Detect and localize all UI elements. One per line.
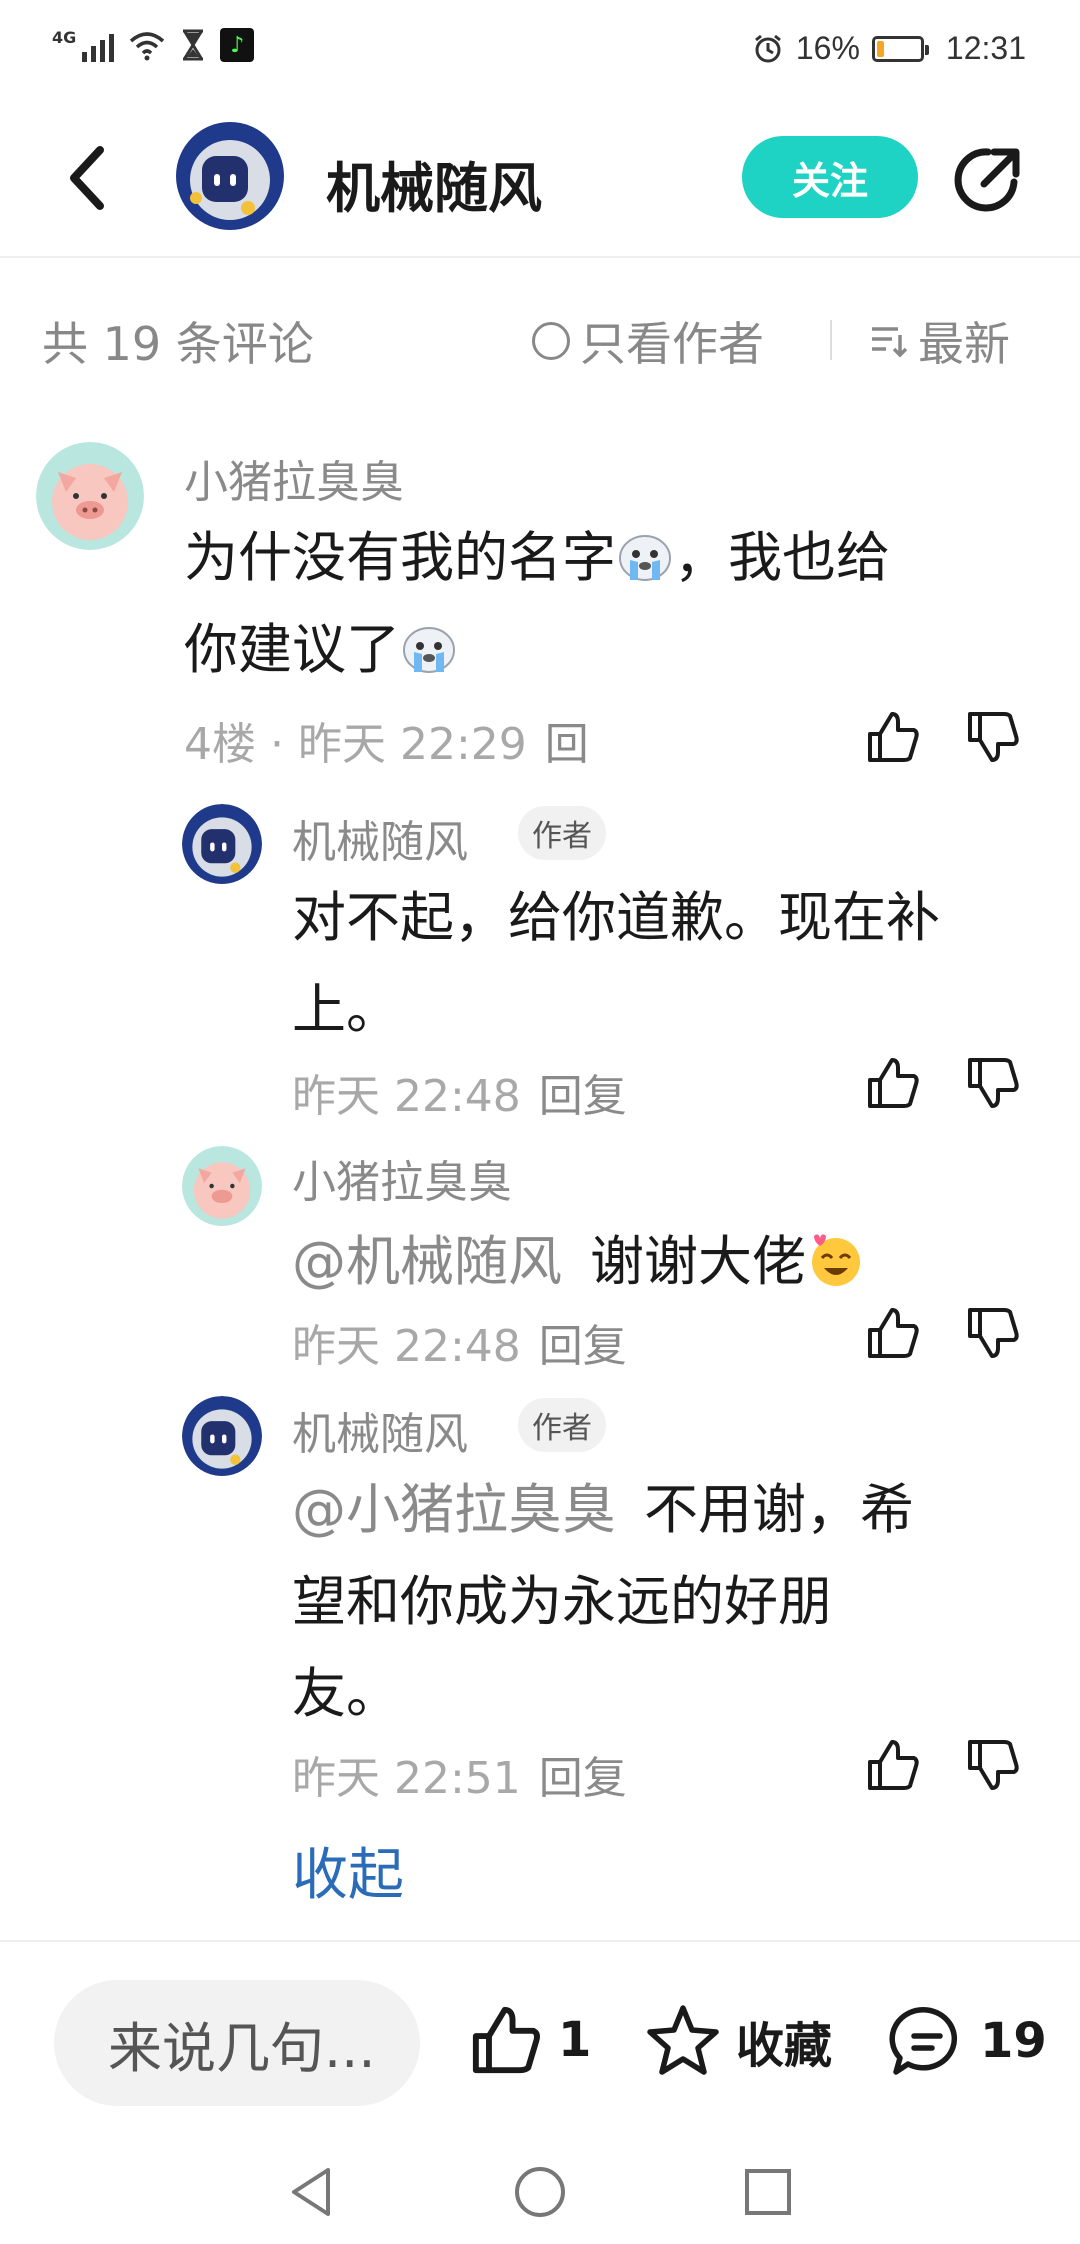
reply-meta: 昨天 22:48 回复 (292, 1310, 627, 1374)
comment-author-name[interactable]: 小猪拉臭臭 (184, 446, 404, 510)
signal-icon (82, 28, 115, 62)
thumbs-up-icon[interactable] (864, 1054, 922, 1112)
thumbs-up-icon[interactable] (864, 1304, 922, 1362)
thumbs-up-icon (472, 2006, 540, 2074)
mention-link[interactable]: @机械随风 (292, 1230, 562, 1293)
comment-text: ，我也给 (674, 526, 890, 589)
comment-input[interactable]: 来说几句... (54, 1980, 420, 2106)
battery-percent: 16% (795, 30, 860, 66)
crying-seal-emoji (619, 535, 671, 581)
reply-meta: 昨天 22:48 回复 (292, 1060, 627, 1124)
app-notification-icon: ♪ (220, 28, 255, 62)
follow-button[interactable]: 关注 (742, 136, 918, 218)
sort-newest-button[interactable]: 最新 (868, 308, 1010, 374)
like-count: 1 (558, 2012, 592, 2068)
reply-author-name[interactable]: 小猪拉臭臭 (292, 1146, 512, 1210)
reply-body: @机械随风 谢谢大佬 (292, 1216, 1032, 1308)
network-type: 4G (52, 28, 77, 47)
reply-text: 上。 (292, 978, 400, 1041)
favorite-action[interactable]: 收藏 (644, 2002, 832, 2080)
author-only-label: 只看作者 (580, 317, 764, 371)
thumbs-up-icon[interactable] (864, 1736, 922, 1794)
comment-action[interactable]: 19 (888, 2002, 1047, 2080)
battery-icon (871, 35, 929, 62)
reply-time: 昨天 22:51 (292, 1753, 521, 1804)
bottom-action-bar: 来说几句... 1 收藏 19 (0, 1940, 1080, 2110)
radio-circle-icon (532, 322, 570, 360)
comment-bubble-icon (889, 2007, 958, 2075)
reply-time: 昨天 22:48 (292, 1071, 521, 1122)
reply-text: 谢谢大佬 (590, 1230, 806, 1293)
comment-meta: 4楼 · 昨天 22:29 回 (184, 719, 589, 770)
author-avatar[interactable] (176, 122, 284, 230)
reply-button[interactable]: 回 (545, 719, 589, 770)
collapse-replies-link[interactable]: 收起 (292, 1830, 404, 1911)
thumbs-down-icon[interactable] (964, 708, 1022, 766)
reply-body: @小猪拉臭臭 不用谢，希 望和你成为永远的好朋 友。 (292, 1464, 1032, 1740)
reply-meta: 昨天 22:51 回复 (292, 1742, 627, 1806)
comment-filter-bar: 共 19 条评论 只看作者 最新 (0, 300, 1080, 380)
reply-button[interactable]: 回复 (539, 1753, 627, 1804)
star-icon (647, 2005, 719, 2075)
sort-icon (872, 327, 908, 358)
alarm-clock-icon (754, 34, 781, 62)
filter-divider (830, 320, 832, 360)
heart-smile-emoji (812, 1234, 860, 1286)
wifi-icon (130, 32, 165, 61)
hourglass-icon (183, 29, 204, 61)
clock-time: 12:31 (945, 30, 1026, 66)
nav-home-icon[interactable] (510, 2162, 570, 2222)
status-bar: 4G ♪ 16% 12:31 (0, 0, 1080, 98)
robot-avatar[interactable] (182, 1396, 262, 1476)
thumbs-down-icon[interactable] (964, 1054, 1022, 1112)
pig-avatar[interactable] (182, 1146, 262, 1226)
reply-author-name[interactable]: 机械随风 (292, 806, 468, 870)
thumbs-up-icon[interactable] (864, 708, 922, 766)
status-right: 16% 12:31 (752, 30, 1026, 67)
reply-text: 友。 (292, 1662, 400, 1725)
author-tag-badge: 作者 (518, 806, 606, 860)
reply-body: 对不起，给你道歉。现在补 上。 (292, 872, 1032, 1056)
favorite-label: 收藏 (736, 2018, 833, 2074)
reply-button[interactable]: 回复 (539, 1321, 627, 1372)
comment-count: 19 (980, 2013, 1047, 2069)
sort-label: 最新 (918, 317, 1010, 371)
nav-back-icon[interactable] (282, 2162, 342, 2222)
author-tag-badge: 作者 (518, 1398, 606, 1452)
thumbs-down-icon[interactable] (964, 1304, 1022, 1362)
like-action[interactable]: 1 (468, 2002, 591, 2078)
comment-total-label: 共 19 条评论 (42, 317, 314, 371)
comment-text: 你建议了 (184, 618, 400, 681)
reply-time: 昨天 22:48 (292, 1321, 521, 1372)
header-author-name[interactable]: 机械随风 (326, 144, 542, 223)
battery-level-fill (876, 40, 884, 57)
system-nav-bar (0, 2150, 1080, 2244)
comment-body: 为什没有我的名字 ，我也给 你建议了 (184, 512, 1004, 696)
status-left: 4G ♪ (52, 28, 255, 62)
comment-text: 为什没有我的名字 (184, 526, 616, 589)
reply-author-name[interactable]: 机械随风 (292, 1398, 468, 1462)
comment-time: 昨天 22:29 (297, 719, 527, 770)
top-header: 机械随风 关注 (0, 98, 1080, 258)
mention-link[interactable]: @小猪拉臭臭 (292, 1478, 616, 1541)
back-arrow-icon[interactable] (56, 140, 116, 216)
reply-button[interactable]: 回复 (539, 1071, 627, 1122)
floor-number: 4楼 (184, 719, 256, 770)
nav-recents-icon[interactable] (738, 2162, 798, 2222)
author-only-toggle[interactable]: 只看作者 (532, 308, 764, 374)
crying-seal-emoji (403, 627, 455, 673)
share-icon[interactable] (950, 142, 1026, 218)
reply-text: 不用谢，希 (644, 1478, 914, 1541)
thumbs-down-icon[interactable] (964, 1736, 1022, 1794)
robot-avatar[interactable] (182, 804, 262, 884)
reply-text: 望和你成为永远的好朋 (292, 1570, 832, 1633)
reply-text: 对不起，给你道歉。现在补 (292, 886, 940, 949)
pig-avatar[interactable] (36, 442, 144, 550)
